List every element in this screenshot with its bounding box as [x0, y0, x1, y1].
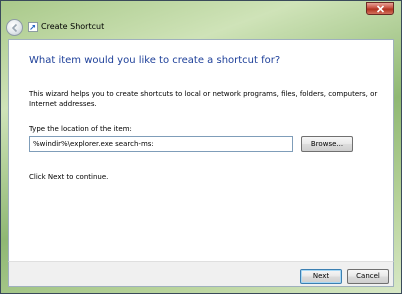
cancel-button[interactable]: Cancel	[347, 269, 389, 284]
wizard-description: This wizard helps you to create shortcut…	[29, 90, 378, 108]
close-x-icon	[376, 5, 385, 13]
location-label: Type the location of the item:	[29, 125, 132, 133]
next-button[interactable]: Next	[300, 269, 342, 284]
window-title: Create Shortcut	[41, 22, 105, 31]
shortcut-icon	[28, 22, 38, 32]
back-button[interactable]	[6, 19, 23, 36]
browse-button[interactable]: Browse...	[301, 136, 353, 152]
button-bar: Next Cancel	[8, 261, 394, 287]
page-title: What item would you like to create a sho…	[29, 55, 281, 66]
close-button[interactable]	[366, 2, 394, 15]
title-bar[interactable]: Create Shortcut	[1, 1, 401, 39]
back-arrow-icon	[11, 23, 18, 33]
create-shortcut-window: Create Shortcut What item would you like…	[0, 0, 402, 294]
wizard-content: What item would you like to create a sho…	[8, 39, 394, 261]
continue-instruction: Click Next to continue.	[29, 173, 109, 181]
location-input[interactable]	[29, 136, 293, 152]
